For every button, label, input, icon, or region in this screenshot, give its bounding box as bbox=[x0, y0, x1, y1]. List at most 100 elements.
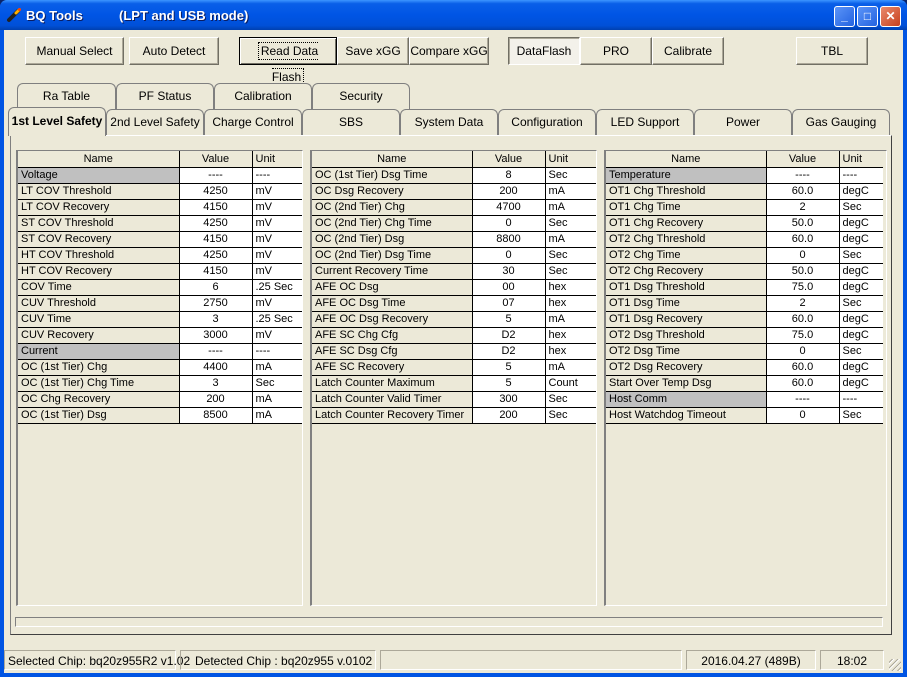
table-row[interactable]: OT1 Dsg Recovery 60.0 degC bbox=[606, 311, 883, 328]
table-row[interactable]: OC (1st Tier) Dsg 8500 mA bbox=[18, 407, 302, 424]
table-row[interactable]: CUV Threshold 2750 mV bbox=[18, 295, 302, 312]
value-cell[interactable]: 60.0 bbox=[766, 183, 840, 200]
table-row[interactable]: ST COV Recovery 4150 mV bbox=[18, 231, 302, 248]
tab-system-data[interactable]: System Data bbox=[400, 109, 498, 135]
table-row[interactable]: OT2 Chg Threshold 60.0 degC bbox=[606, 231, 883, 248]
value-cell[interactable]: 3 bbox=[179, 375, 253, 392]
read-data-flash-button[interactable]: Read Data Flash bbox=[239, 37, 337, 86]
value-cell[interactable]: 0 bbox=[766, 247, 840, 264]
table-row[interactable]: LT COV Threshold 4250 mV bbox=[18, 183, 302, 200]
manual-select-button[interactable]: Manual Select bbox=[25, 37, 124, 65]
tab-gas-gauging[interactable]: Gas Gauging bbox=[792, 109, 890, 135]
table-row[interactable]: AFE OC Dsg Time 07 hex bbox=[312, 295, 596, 312]
value-cell[interactable]: 0 bbox=[472, 215, 546, 232]
tab-power[interactable]: Power bbox=[694, 109, 792, 135]
value-cell[interactable]: 3000 bbox=[179, 327, 253, 344]
value-cell[interactable]: 5 bbox=[472, 375, 546, 392]
tab-sbs-configuration[interactable]: SBS Configuration bbox=[302, 109, 400, 153]
table-row[interactable]: OT1 Dsg Threshold 75.0 degC bbox=[606, 279, 883, 296]
mode-dataflash-button[interactable]: DataFlash bbox=[508, 37, 580, 65]
value-cell[interactable]: 5 bbox=[472, 359, 546, 376]
tab-pf-status[interactable]: PF Status bbox=[116, 83, 214, 109]
tab-2nd-level-safety[interactable]: 2nd Level Safety bbox=[106, 109, 204, 135]
table-row[interactable]: Latch Counter Valid Timer 300 Sec bbox=[312, 391, 596, 408]
value-cell[interactable]: 0 bbox=[472, 247, 546, 264]
table-row[interactable]: HT COV Recovery 4150 mV bbox=[18, 263, 302, 280]
value-cell[interactable]: 60.0 bbox=[766, 231, 840, 248]
table-row[interactable]: OC Chg Recovery 200 mA bbox=[18, 391, 302, 408]
table-row[interactable]: Latch Counter Recovery Timer 200 Sec bbox=[312, 407, 596, 424]
tab-ra-table[interactable]: Ra Table bbox=[17, 83, 116, 109]
value-cell[interactable]: 300 bbox=[472, 391, 546, 408]
value-cell[interactable]: 4150 bbox=[179, 263, 253, 280]
table-row[interactable]: CUV Recovery 3000 mV bbox=[18, 327, 302, 344]
value-cell[interactable]: 8800 bbox=[472, 231, 546, 248]
section-row[interactable]: Temperature ---- ---- bbox=[606, 167, 883, 184]
horizontal-scrollbar[interactable] bbox=[15, 617, 883, 627]
title-bar[interactable]: BQ Tools (LPT and USB mode) _ □ ✕ bbox=[0, 0, 907, 30]
save-xgg-button[interactable]: Save xGG bbox=[337, 37, 409, 65]
table-row[interactable]: Latch Counter Maximum 5 Count bbox=[312, 375, 596, 392]
table-row[interactable]: OT1 Chg Threshold 60.0 degC bbox=[606, 183, 883, 200]
table-row[interactable]: OC (2nd Tier) Dsg Time 0 Sec bbox=[312, 247, 596, 264]
value-cell[interactable]: 200 bbox=[179, 391, 253, 408]
value-cell[interactable]: 07 bbox=[472, 295, 546, 312]
section-row[interactable]: Voltage ---- ---- bbox=[18, 167, 302, 184]
table-row[interactable]: Start Over Temp Dsg 60.0 degC bbox=[606, 375, 883, 392]
tab-1st-level-safety[interactable]: 1st Level Safety bbox=[8, 107, 106, 136]
header-name[interactable]: Name bbox=[606, 151, 767, 168]
table-row[interactable]: OT2 Chg Time 0 Sec bbox=[606, 247, 883, 264]
table-row[interactable]: OC (1st Tier) Chg 4400 mA bbox=[18, 359, 302, 376]
compare-xgg-button[interactable]: Compare xGG bbox=[409, 37, 489, 65]
value-cell[interactable]: 75.0 bbox=[766, 279, 840, 296]
close-button[interactable]: ✕ bbox=[880, 6, 901, 27]
mode-calibrate-button[interactable]: Calibrate bbox=[652, 37, 724, 65]
tab-led-support[interactable]: LED Support bbox=[596, 109, 694, 135]
value-cell[interactable]: 0 bbox=[766, 343, 840, 360]
tab-security[interactable]: Security bbox=[312, 83, 410, 109]
table-row[interactable]: OC (2nd Tier) Dsg 8800 mA bbox=[312, 231, 596, 248]
value-cell[interactable]: 00 bbox=[472, 279, 546, 296]
value-cell[interactable]: ---- bbox=[179, 167, 253, 184]
tab-charge-control[interactable]: Charge Control bbox=[204, 109, 302, 135]
table-row[interactable]: OT2 Chg Recovery 50.0 degC bbox=[606, 263, 883, 280]
table-row[interactable]: COV Time 6.25 Sec bbox=[18, 279, 302, 296]
value-cell[interactable]: 4250 bbox=[179, 215, 253, 232]
value-cell[interactable]: 60.0 bbox=[766, 359, 840, 376]
data-grid-3[interactable]: Name Value Unit Temperature ---- ---- OT1 C… bbox=[606, 151, 883, 424]
value-cell[interactable]: 50.0 bbox=[766, 215, 840, 232]
maximize-button[interactable]: □ bbox=[857, 6, 878, 27]
table-row[interactable]: AFE SC Chg Cfg D2 hex bbox=[312, 327, 596, 344]
data-grid-2[interactable]: Name Value Unit OC (1st Tier) Dsg Time 8 S… bbox=[312, 151, 596, 424]
header-value[interactable]: Value bbox=[766, 151, 840, 168]
value-cell[interactable]: 30 bbox=[472, 263, 546, 280]
value-cell[interactable]: 75.0 bbox=[766, 327, 840, 344]
value-cell[interactable]: 60.0 bbox=[766, 311, 840, 328]
value-cell[interactable]: 2750 bbox=[179, 295, 253, 312]
table-row[interactable]: OC (1st Tier) Dsg Time 8 Sec bbox=[312, 167, 596, 184]
value-cell[interactable]: 8500 bbox=[179, 407, 253, 424]
value-cell[interactable]: ---- bbox=[179, 343, 253, 360]
header-value[interactable]: Value bbox=[472, 151, 546, 168]
auto-detect-button[interactable]: Auto Detect bbox=[129, 37, 219, 65]
table-row[interactable]: LT COV Recovery 4150 mV bbox=[18, 199, 302, 216]
mode-pro-button[interactable]: PRO bbox=[580, 37, 652, 65]
value-cell[interactable]: 4250 bbox=[179, 183, 253, 200]
value-cell[interactable]: 2 bbox=[766, 295, 840, 312]
table-row[interactable]: OT2 Dsg Recovery 60.0 degC bbox=[606, 359, 883, 376]
header-name[interactable]: Name bbox=[312, 151, 473, 168]
value-cell[interactable]: 4150 bbox=[179, 231, 253, 248]
resize-grip-icon[interactable] bbox=[889, 659, 901, 671]
header-unit[interactable]: Unit bbox=[839, 151, 883, 168]
header-unit[interactable]: Unit bbox=[545, 151, 596, 168]
value-cell[interactable]: 6 bbox=[179, 279, 253, 296]
table-row[interactable]: OC Dsg Recovery 200 mA bbox=[312, 183, 596, 200]
value-cell[interactable]: 3 bbox=[179, 311, 253, 328]
table-row[interactable]: OC (2nd Tier) Chg Time 0 Sec bbox=[312, 215, 596, 232]
value-cell[interactable]: 4700 bbox=[472, 199, 546, 216]
value-cell[interactable]: 200 bbox=[472, 407, 546, 424]
value-cell[interactable]: 60.0 bbox=[766, 375, 840, 392]
table-row[interactable]: CUV Time 3.25 Sec bbox=[18, 311, 302, 328]
minimize-button[interactable]: _ bbox=[834, 6, 855, 27]
value-cell[interactable]: 0 bbox=[766, 407, 840, 424]
